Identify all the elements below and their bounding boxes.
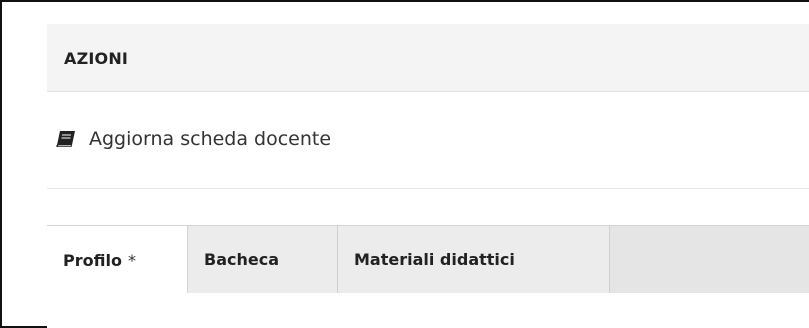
tab-materiali-didattici[interactable]: Materiali didattici: [338, 226, 610, 293]
actions-list: Aggiorna scheda docente: [47, 92, 809, 189]
tab-label: Materiali didattici: [354, 250, 515, 269]
tab-label: Profilo: [63, 251, 122, 270]
book-icon: [55, 130, 77, 148]
tab-profilo[interactable]: Profilo *: [47, 226, 188, 295]
panel-title: AZIONI: [64, 49, 129, 68]
tab-bacheca[interactable]: Bacheca: [188, 226, 338, 293]
tab-content-area: [47, 293, 809, 328]
actions-panel-header: AZIONI: [47, 24, 809, 92]
page-frame: AZIONI Aggiorna scheda docente Profilo *…: [0, 0, 809, 328]
tab-label: Bacheca: [204, 250, 279, 269]
tab-bar: Profilo * Bacheca Materiali didattici: [47, 225, 809, 295]
tab-required-marker: *: [127, 251, 136, 270]
action-label: Aggiorna scheda docente: [89, 128, 332, 150]
update-teacher-profile-link[interactable]: Aggiorna scheda docente: [55, 128, 331, 150]
